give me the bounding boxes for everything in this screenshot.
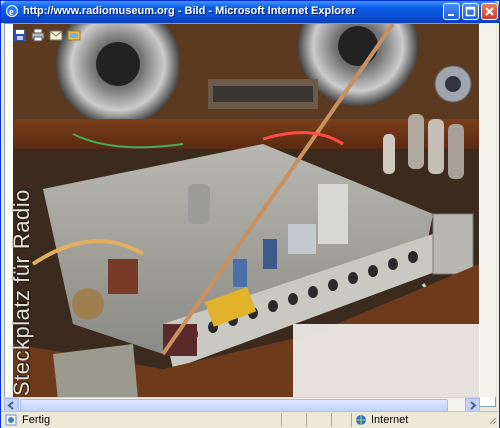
maximize-icon <box>465 6 476 17</box>
minimize-button[interactable] <box>443 3 460 20</box>
resize-grip-icon[interactable] <box>487 415 497 425</box>
ie-icon: e <box>6 5 18 18</box>
status-divider <box>331 413 332 427</box>
page-icon <box>5 414 17 426</box>
security-zone[interactable]: Internet <box>355 414 408 426</box>
status-divider <box>281 413 282 427</box>
status-divider <box>351 413 352 427</box>
watermark-text: Steckplatz für Radio <box>9 189 34 396</box>
globe-icon <box>356 415 366 425</box>
zone-text: Internet <box>371 414 409 426</box>
close-icon <box>485 7 494 16</box>
email-icon[interactable] <box>49 28 63 42</box>
minimize-icon <box>448 14 454 16</box>
status-bar: Fertig Internet <box>1 411 499 428</box>
browser-window: e http://www.radiomuseum.org - Bild - Mi… <box>0 0 500 428</box>
content-frame: Steckplatz für Radio <box>4 23 496 407</box>
svg-text:e: e <box>9 7 14 18</box>
radio-chassis-photo <box>13 24 479 400</box>
close-button[interactable] <box>481 3 498 20</box>
maximize-button[interactable] <box>462 3 479 20</box>
title-bar[interactable]: e http://www.radiomuseum.org - Bild - Mi… <box>1 1 499 23</box>
status-divider <box>306 413 307 427</box>
status-text: Fertig <box>22 414 51 426</box>
status-left: Fertig <box>5 414 50 426</box>
window-title: http://www.radiomuseum.org - Bild - Micr… <box>23 5 356 17</box>
my-pictures-icon[interactable] <box>67 28 81 42</box>
vertical-scrollbar-track[interactable] <box>480 23 496 397</box>
watermark: Steckplatz für Radio <box>5 26 47 400</box>
